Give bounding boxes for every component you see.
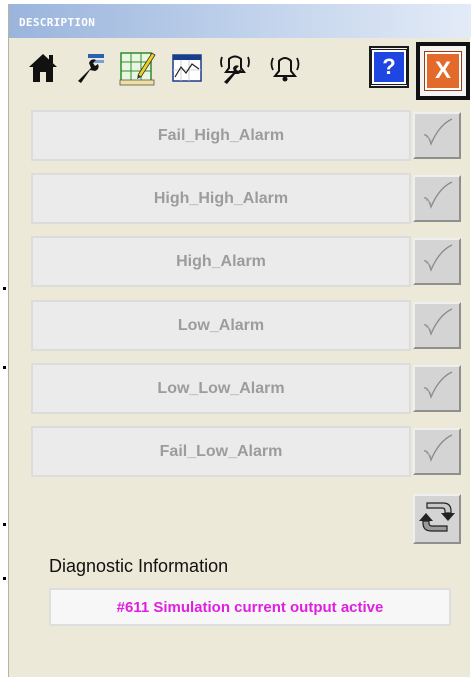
alarm-label: Low_Alarm	[177, 316, 265, 334]
diagnostic-message: #611 Simulation current output active	[116, 598, 384, 616]
checkmark-icon	[419, 305, 455, 346]
checkmark-icon	[419, 368, 455, 409]
bell-icon	[268, 52, 302, 84]
acknowledge-button[interactable]	[413, 175, 461, 222]
settings-button[interactable]	[71, 46, 111, 90]
edge-mark	[3, 523, 6, 526]
acknowledge-button[interactable]	[413, 302, 461, 349]
home-button[interactable]	[23, 46, 63, 90]
edge-mark	[3, 577, 6, 580]
alarm-label: Fail_Low_Alarm	[159, 442, 283, 460]
help-button[interactable]: ?	[369, 46, 409, 88]
close-button[interactable]: X	[416, 42, 470, 100]
toolbar: ? X	[9, 42, 471, 102]
alarm-row[interactable]: High_High_Alarm	[31, 173, 411, 224]
alarm-row[interactable]: Low_Low_Alarm	[31, 363, 411, 414]
home-icon	[28, 52, 58, 84]
alarm-wrench-icon	[218, 51, 252, 85]
edge-mark	[3, 366, 6, 369]
acknowledge-button[interactable]	[413, 365, 461, 412]
checkmark-icon	[419, 178, 455, 219]
diagnostic-information-label: Diagnostic Information	[49, 556, 229, 576]
alarm-row[interactable]: Fail_Low_Alarm	[31, 426, 411, 477]
alarm-row[interactable]: Fail_High_Alarm	[31, 110, 411, 161]
edge-mark	[3, 287, 6, 290]
alarm-label: Fail_High_Alarm	[157, 126, 285, 144]
alarm-button[interactable]	[265, 46, 305, 90]
alarm-row[interactable]: Low_Alarm	[31, 300, 411, 351]
help-icon: ?	[372, 50, 406, 84]
refresh-button[interactable]	[413, 494, 461, 544]
diagnostic-message-box: #611 Simulation current output active	[49, 588, 451, 626]
refresh-arrows-icon	[419, 497, 455, 542]
acknowledge-button[interactable]	[413, 112, 461, 159]
alarm-label: High_High_Alarm	[153, 189, 289, 207]
alarm-label: High_Alarm	[176, 252, 266, 270]
alarm-row[interactable]: High_Alarm	[31, 236, 411, 287]
acknowledge-button[interactable]	[413, 428, 461, 475]
pencil-chart-icon	[118, 49, 156, 87]
close-icon: X	[425, 52, 461, 90]
acknowledge-button[interactable]	[413, 238, 461, 285]
checkmark-icon	[419, 241, 455, 282]
wrench-icon	[74, 51, 108, 85]
description-window: DESCRIPTION ? X Fail_High_Alarm High_Hig…	[8, 4, 471, 677]
edit-chart-button[interactable]	[117, 46, 157, 90]
alarm-settings-button[interactable]	[215, 46, 255, 90]
trend-button[interactable]	[167, 46, 207, 90]
window-title: DESCRIPTION	[19, 16, 96, 29]
checkmark-icon	[419, 431, 455, 472]
alarm-label: Low_Low_Alarm	[157, 379, 285, 397]
title-bar[interactable]: DESCRIPTION	[9, 4, 471, 38]
trend-chart-icon	[171, 53, 203, 83]
checkmark-icon	[419, 115, 455, 156]
